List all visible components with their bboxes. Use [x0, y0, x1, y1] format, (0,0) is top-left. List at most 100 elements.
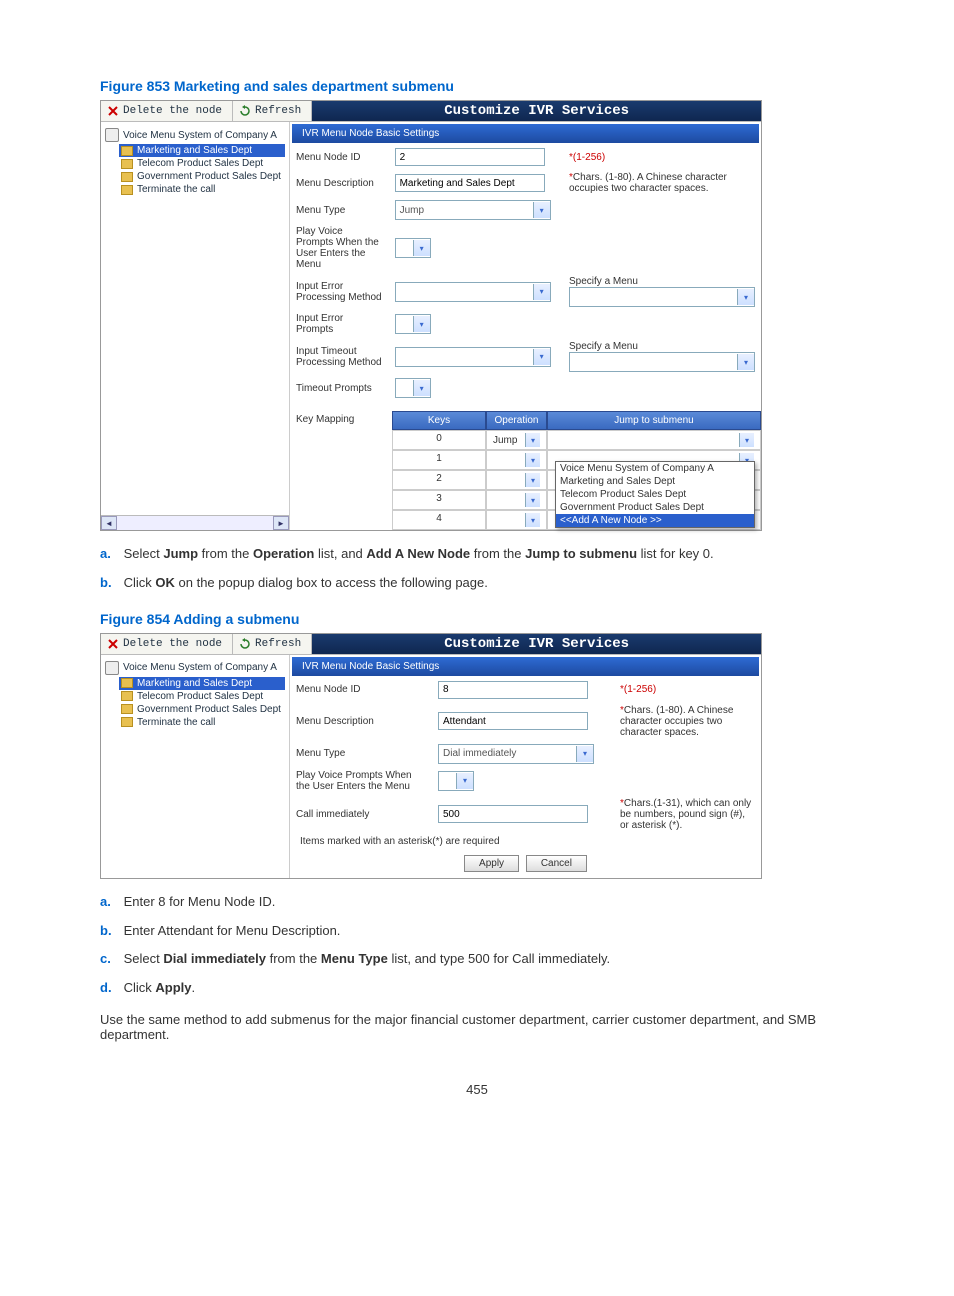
- keymap-key: 0: [392, 430, 486, 450]
- keymap-op-select[interactable]: ▾: [493, 513, 540, 527]
- folder-icon: [121, 678, 133, 688]
- panel-header: IVR Menu Node Basic Settings: [292, 124, 759, 143]
- delete-label: Delete the node: [123, 105, 222, 117]
- keymap-key: 1: [392, 450, 486, 470]
- timeout-prompts-label: Timeout Prompts: [290, 375, 389, 401]
- toolbar: Delete the node Refresh Customize IVR Se…: [101, 101, 761, 122]
- jump-submenu-dropdown[interactable]: Voice Menu System of Company A Marketing…: [555, 461, 755, 528]
- h-scrollbar[interactable]: ◄ ►: [101, 515, 289, 530]
- system-icon: [105, 128, 119, 142]
- scroll-right-icon[interactable]: ►: [273, 516, 289, 530]
- menu-desc-label: Menu Description: [290, 169, 389, 197]
- menu-type-select[interactable]: Jump ▾: [395, 200, 551, 220]
- keymap-header-op: Operation: [486, 411, 547, 430]
- keymap-op-select[interactable]: ▾: [493, 473, 540, 487]
- tree-item-government[interactable]: Government Product Sales Dept: [119, 703, 285, 716]
- step-c: c. Select Dial immediately from the Menu…: [122, 950, 854, 969]
- refresh-label: Refresh: [255, 105, 301, 117]
- keymap-op-select[interactable]: Jump▾: [493, 433, 540, 447]
- chevron-down-icon: ▾: [525, 513, 540, 527]
- chevron-down-icon: ▾: [739, 433, 754, 447]
- apply-button[interactable]: Apply: [464, 855, 519, 872]
- instruction-list-1: a. Select Jump from the Operation list, …: [100, 545, 854, 593]
- keymap-jump-select[interactable]: ▾: [554, 433, 754, 447]
- folder-icon: [121, 146, 133, 156]
- tree-item-telecom[interactable]: Telecom Product Sales Dept: [119, 690, 285, 703]
- delete-node-button[interactable]: Delete the node: [101, 101, 233, 121]
- keymap-header-row: Key Mapping Keys Operation Jump to subme…: [290, 411, 761, 430]
- refresh-button[interactable]: Refresh: [233, 634, 312, 654]
- folder-icon: [121, 704, 133, 714]
- scroll-left-icon[interactable]: ◄: [101, 516, 117, 530]
- folder-icon: [121, 691, 133, 701]
- panel-header: IVR Menu Node Basic Settings: [292, 657, 759, 676]
- chevron-down-icon: ▾: [737, 354, 754, 370]
- cancel-button[interactable]: Cancel: [526, 855, 587, 872]
- tree-item-government[interactable]: Government Product Sales Dept: [119, 170, 285, 183]
- dropdown-option[interactable]: Voice Menu System of Company A: [556, 462, 754, 475]
- tree-item-marketing[interactable]: Marketing and Sales Dept: [119, 677, 285, 690]
- delete-x-icon: [107, 638, 119, 650]
- tree-root[interactable]: Voice Menu System of Company A: [105, 128, 285, 142]
- tree-root[interactable]: Voice Menu System of Company A: [105, 661, 285, 675]
- refresh-button[interactable]: Refresh: [233, 101, 312, 121]
- play-prompts-select[interactable]: ▾: [395, 238, 431, 258]
- tree-item-terminate[interactable]: Terminate the call: [119, 716, 285, 729]
- tree-item-marketing[interactable]: Marketing and Sales Dept: [119, 144, 285, 157]
- input-error-method-select[interactable]: ▾: [395, 282, 551, 302]
- step-marker: d.: [100, 979, 120, 998]
- tree-item-label: Government Product Sales Dept: [137, 704, 281, 715]
- dropdown-option[interactable]: Marketing and Sales Dept: [556, 475, 754, 488]
- dropdown-add-new-node[interactable]: <<Add A New Node >>: [556, 514, 754, 527]
- chevron-down-icon: ▾: [456, 773, 473, 789]
- dropdown-option[interactable]: Telecom Product Sales Dept: [556, 488, 754, 501]
- input-timeout-method-select[interactable]: ▾: [395, 347, 551, 367]
- timeout-prompts-select[interactable]: ▾: [395, 378, 431, 398]
- specify-menu-select[interactable]: ▾: [569, 287, 755, 307]
- tree-item-label: Government Product Sales Dept: [137, 171, 281, 182]
- closing-paragraph: Use the same method to add submenus for …: [100, 1012, 854, 1042]
- specify-menu-select-2[interactable]: ▾: [569, 352, 755, 372]
- step-marker: a.: [100, 893, 120, 912]
- figure-caption: Figure 854 Adding a submenu: [100, 611, 854, 627]
- tree-root-label: Voice Menu System of Company A: [123, 130, 277, 141]
- play-prompts-label: Play Voice Prompts When the User Enters …: [290, 767, 432, 795]
- tree-item-telecom[interactable]: Telecom Product Sales Dept: [119, 157, 285, 170]
- keymap-op-select[interactable]: ▾: [493, 493, 540, 507]
- delete-node-button[interactable]: Delete the node: [101, 634, 233, 654]
- keymap-header-keys: Keys: [392, 411, 486, 430]
- step-marker: b.: [100, 574, 120, 593]
- step-marker: b.: [100, 922, 120, 941]
- menu-node-id-input[interactable]: [395, 148, 545, 166]
- refresh-icon: [239, 638, 251, 650]
- keymap-header-jump: Jump to submenu: [547, 411, 761, 430]
- chevron-down-icon: ▾: [533, 284, 550, 300]
- chevron-down-icon: ▾: [413, 240, 430, 256]
- chevron-down-icon: ▾: [576, 746, 593, 762]
- specify-menu-label: Specify a Menu: [569, 341, 638, 352]
- call-immediately-input[interactable]: [438, 805, 588, 823]
- folder-icon: [121, 717, 133, 727]
- menu-type-value: Jump: [400, 205, 424, 216]
- input-error-prompts-select[interactable]: ▾: [395, 314, 431, 334]
- call-immediately-label: Call immediately: [290, 795, 432, 834]
- screenshot-fig853: Delete the node Refresh Customize IVR Se…: [100, 100, 762, 531]
- step-d: d. Click Apply.: [122, 979, 854, 998]
- menu-desc-input[interactable]: [438, 712, 588, 730]
- menu-desc-input[interactable]: [395, 174, 545, 192]
- keymap-key: 2: [392, 470, 486, 490]
- menu-node-id-input[interactable]: [438, 681, 588, 699]
- nav-tree: Voice Menu System of Company A Marketing…: [101, 655, 290, 878]
- keymap-op-select[interactable]: ▾: [493, 453, 540, 467]
- menu-type-select[interactable]: Dial immediately ▾: [438, 744, 594, 764]
- keymap-key: 4: [392, 510, 486, 530]
- window-title: Customize IVR Services: [312, 634, 761, 654]
- tree-item-terminate[interactable]: Terminate the call: [119, 183, 285, 196]
- chevron-down-icon: ▾: [533, 202, 550, 218]
- input-timeout-method-label: Input Timeout Processing Method: [290, 338, 389, 375]
- play-prompts-select[interactable]: ▾: [438, 771, 474, 791]
- dropdown-option[interactable]: Government Product Sales Dept: [556, 501, 754, 514]
- menu-type-label: Menu Type: [290, 741, 432, 767]
- delete-label: Delete the node: [123, 638, 222, 650]
- chevron-down-icon: ▾: [737, 289, 754, 305]
